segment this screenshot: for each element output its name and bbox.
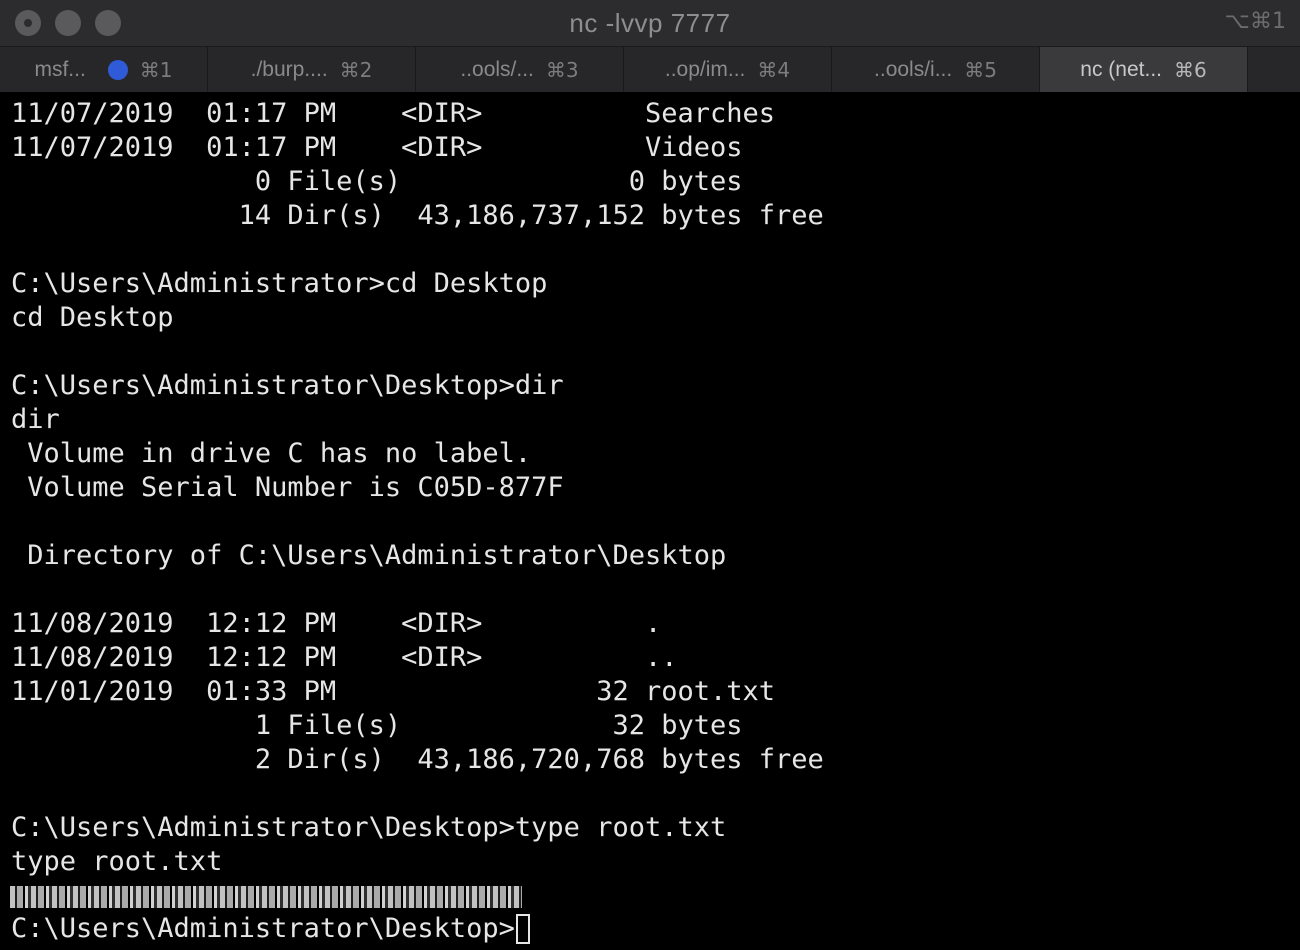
output-line: Volume Serial Number is C05D-877F (11, 472, 564, 503)
output-line: 11/08/2019 12:12 PM <DIR> . (11, 608, 662, 639)
tab-desktop-images[interactable]: ..op/im... ⌘4 (624, 47, 832, 93)
close-window-button[interactable] (15, 10, 41, 36)
tab-burp[interactable]: ./burp.... ⌘2 (208, 47, 416, 93)
tab-shortcut: ⌘2 (339, 58, 373, 82)
window-shortcut: ⌥⌘1 (1224, 9, 1286, 34)
command-line: C:\Users\Administrator\Desktop>dir (11, 370, 564, 401)
tab-tools-2[interactable]: ..ools/i... ⌘5 (832, 47, 1040, 93)
tab-shortcut: ⌘5 (964, 58, 997, 82)
tab-shortcut: ⌘1 (139, 58, 173, 82)
prompt-text: C:\Users\Administrator\Desktop> (11, 913, 515, 944)
output-line: Volume in drive C has no label. (11, 438, 532, 469)
tab-nc-netcat[interactable]: nc (net... ⌘6 (1040, 47, 1248, 93)
output-line: 1 File(s) 32 bytes (11, 710, 743, 741)
title-bar: nc -lvvp 7777 ⌥⌘1 (0, 0, 1300, 46)
tab-bar-empty-area[interactable] (1248, 47, 1300, 93)
tab-shortcut: ⌘3 (545, 58, 579, 82)
tab-label: nc (net... (1080, 58, 1162, 81)
output-line: dir (11, 404, 60, 435)
tab-label: ./burp.... (250, 58, 328, 81)
tab-label: ..ools/i... (874, 58, 953, 81)
tab-label: msf... (34, 58, 86, 81)
tab-shortcut: ⌘4 (757, 58, 791, 82)
output-line: Directory of C:\Users\Administrator\Desk… (11, 540, 727, 571)
output-line: cd Desktop (11, 302, 174, 333)
input-prompt-line[interactable]: C:\Users\Administrator\Desktop> (11, 912, 530, 946)
output-line: 11/07/2019 01:17 PM <DIR> Videos (11, 132, 743, 163)
tab-msf[interactable]: msf... ⌘1 (0, 47, 208, 93)
tab-label: ..ools/... (460, 58, 534, 81)
output-line: 11/07/2019 01:17 PM <DIR> Searches (11, 98, 776, 129)
activity-indicator-icon (107, 60, 128, 80)
output-line: 11/08/2019 12:12 PM <DIR> .. (11, 642, 678, 673)
tab-bar: msf... ⌘1 ./burp.... ⌘2 ..ools/... ⌘3 ..… (0, 46, 1300, 93)
tab-tools-1[interactable]: ..ools/... ⌘3 (416, 47, 624, 93)
window-title: nc -lvvp 7777 (569, 7, 731, 38)
output-line: 14 Dir(s) 43,186,737,152 bytes free (11, 200, 824, 231)
output-line: 0 File(s) 0 bytes (11, 166, 743, 197)
command-line: C:\Users\Administrator\Desktop>type root… (11, 812, 727, 843)
command-line: C:\Users\Administrator>cd Desktop (11, 268, 548, 299)
output-line: type root.txt (11, 846, 223, 877)
output-line: 2 Dir(s) 43,186,720,768 bytes free (11, 744, 824, 775)
terminal-window: nc -lvvp 7777 ⌥⌘1 msf... ⌘1 ./burp.... ⌘… (0, 0, 1300, 950)
text-cursor-icon (515, 914, 530, 944)
zoom-window-button[interactable] (95, 10, 121, 36)
minimize-window-button[interactable] (55, 10, 81, 36)
tab-label: ..op/im... (664, 58, 746, 81)
terminal-output[interactable]: 11/07/2019 01:17 PM <DIR> Searches 11/07… (0, 92, 1300, 950)
tab-shortcut: ⌘6 (1173, 58, 1207, 82)
redacted-flag-output (10, 886, 522, 908)
output-line: 11/01/2019 01:33 PM 32 root.txt (11, 676, 776, 707)
